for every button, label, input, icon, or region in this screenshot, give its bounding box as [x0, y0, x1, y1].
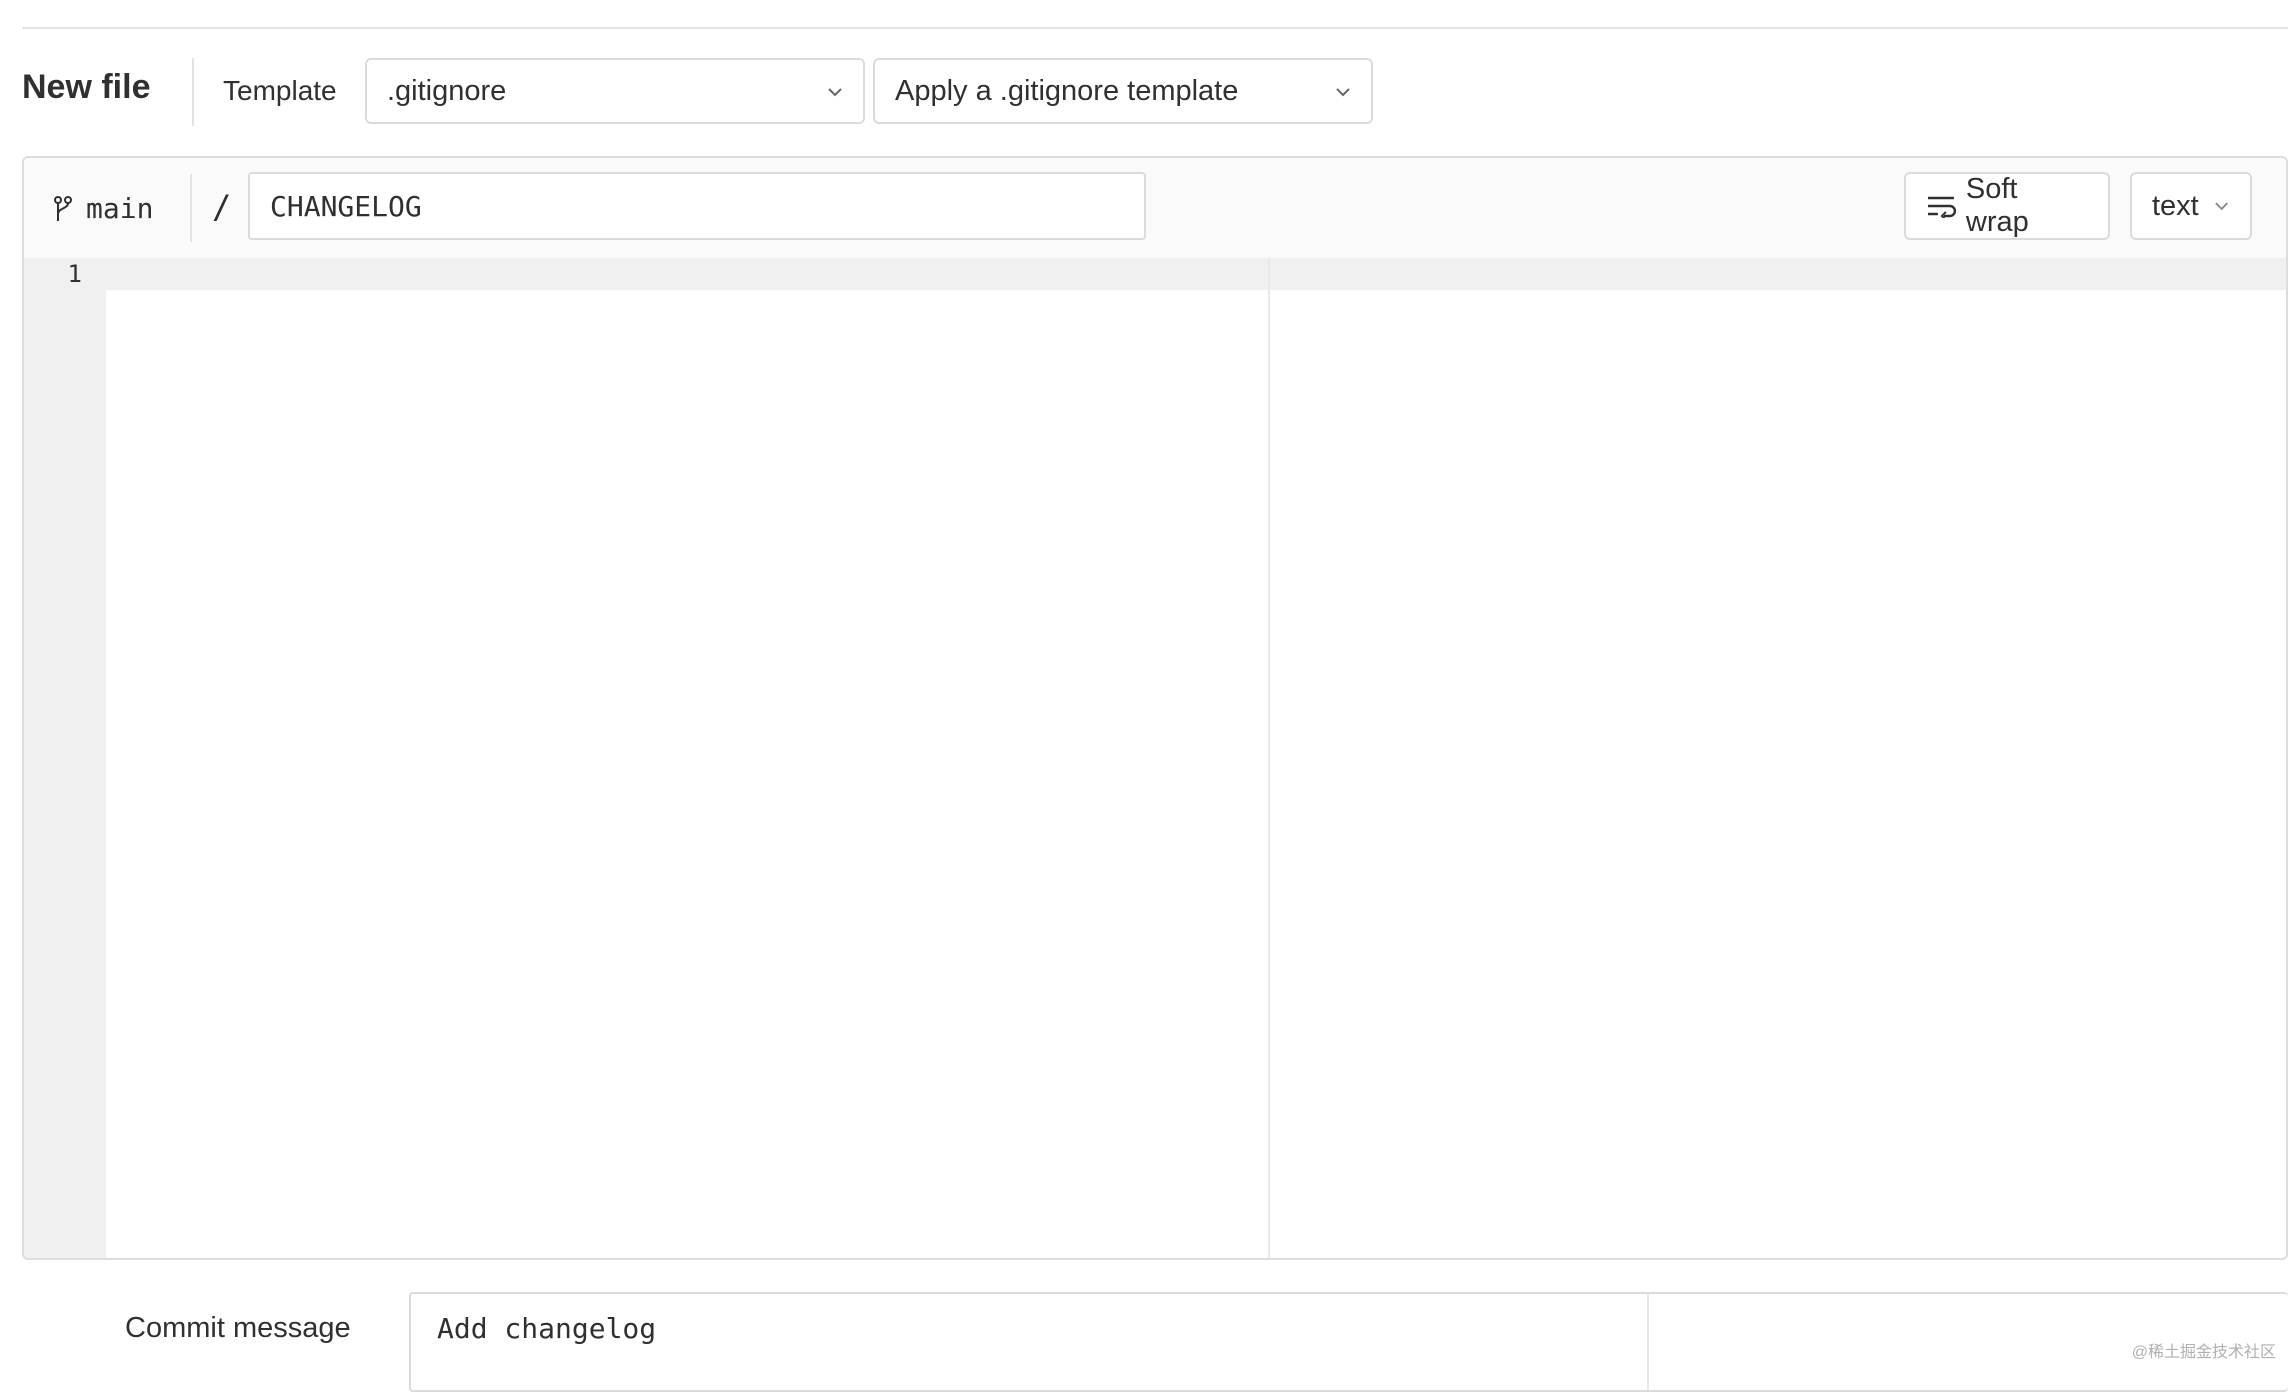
editor-header: main / Soft wrap text [24, 158, 2286, 260]
template-apply-dropdown[interactable]: Apply a .gitignore template [873, 58, 1373, 124]
chevron-down-icon [1336, 88, 1350, 97]
branch-indicator: main [52, 192, 153, 225]
line-gutter [24, 258, 106, 1258]
soft-wrap-label: Soft wrap [1965, 173, 2029, 238]
header-divider [192, 58, 194, 126]
line-number: 1 [67, 260, 82, 288]
chevron-down-icon [2214, 202, 2228, 211]
print-margin [1268, 258, 1270, 1258]
template-apply-value: Apply a .gitignore template [895, 74, 1239, 107]
file-editor: main / Soft wrap text 1 [22, 156, 2288, 1260]
commit-message-text: Add changelog [437, 1312, 657, 1345]
top-divider [22, 27, 2288, 29]
template-label: Template [223, 75, 337, 106]
page-title: New file [22, 68, 151, 106]
template-type-dropdown[interactable]: .gitignore [365, 58, 865, 124]
path-divider [190, 174, 192, 242]
commit-message-field[interactable]: Add changelog [409, 1292, 2288, 1392]
commit-message-label: Commit message [125, 1312, 351, 1344]
language-value: text [2152, 189, 2199, 222]
chevron-down-icon [828, 88, 842, 97]
active-line-highlight[interactable] [106, 258, 2286, 290]
branch-name: main [86, 192, 154, 225]
watermark: @稀土掘金技术社区 [2131, 1344, 2276, 1361]
file-name-input[interactable] [248, 172, 1146, 240]
branch-icon [54, 195, 72, 221]
commit-print-margin [1647, 1294, 1649, 1390]
template-type-value: .gitignore [387, 74, 507, 107]
path-separator: / [212, 188, 232, 226]
soft-wrap-button[interactable]: Soft wrap [1904, 172, 2110, 240]
language-dropdown[interactable]: text [2130, 172, 2252, 240]
soft-wrap-icon [1927, 196, 1956, 218]
